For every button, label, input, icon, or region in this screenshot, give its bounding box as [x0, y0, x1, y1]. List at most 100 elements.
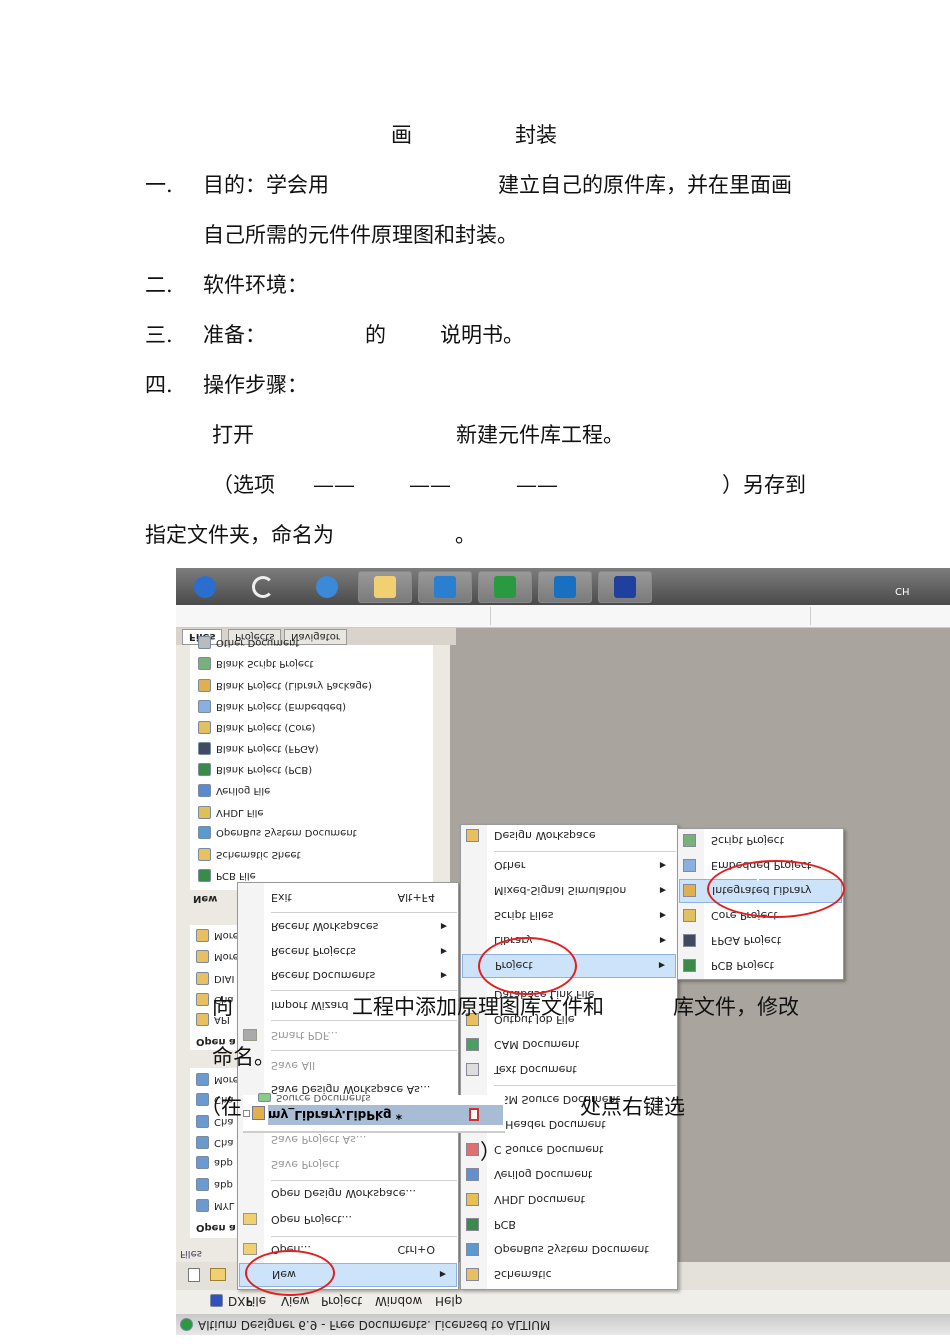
menu-item-vhdl-document[interactable]: VHDL Document [462, 1188, 676, 1212]
files-item[interactable]: abp [196, 1152, 233, 1174]
menu-item-recent-documents[interactable]: Recent Documents ▶ [239, 964, 457, 988]
document-type-icon [466, 1038, 479, 1051]
file-type-icon [198, 784, 211, 798]
files-item[interactable]: DIAI [196, 968, 234, 990]
taskbar-button[interactable] [478, 571, 532, 603]
menu-item-text-document[interactable]: Text Document [462, 1058, 676, 1082]
menu-item-openbus-system-document[interactable]: OpenBus System Document [462, 1238, 676, 1262]
files-item-label: More [214, 1074, 239, 1086]
file-icon [196, 929, 209, 943]
files-new-item[interactable]: Blank Project (Core) [198, 717, 315, 739]
files-item[interactable]: Cha [196, 1132, 233, 1154]
open-folder-icon[interactable] [210, 1268, 226, 1281]
start-icon [194, 576, 216, 598]
files-item[interactable]: More [196, 925, 239, 947]
menu-item-cam-document[interactable]: CAM Document [462, 1033, 676, 1057]
section-3-text-b: 的 [365, 323, 386, 347]
menu-item-open-design-workspace[interactable]: Open Design Workspace... [239, 1182, 457, 1206]
overlay-text: 向 [212, 995, 233, 1019]
files-item[interactable]: abp [196, 1174, 233, 1196]
library-package-icon [252, 1106, 265, 1120]
file-type-icon [198, 742, 211, 756]
section-3-text-c: 说明书。 [440, 323, 524, 347]
menu-item-label: Open Design Workspace... [271, 1187, 416, 1201]
file-type-icon [198, 806, 211, 820]
file-icon [196, 993, 209, 1007]
section-1-number: 一. [145, 173, 173, 197]
menu-item-design-workspace[interactable]: Design Workspace [462, 824, 676, 848]
menu-item-script-files[interactable]: Script Files ▶ [462, 904, 676, 928]
menu-item-schematic[interactable]: Schematic [462, 1263, 676, 1287]
taskbar-button[interactable] [358, 571, 412, 603]
menu-item-mixed-signal-simulation[interactable]: Mixed-Signal Simulation ▶ [462, 879, 676, 903]
taskbar-button[interactable] [598, 571, 652, 603]
taskbar-button[interactable] [418, 571, 472, 603]
taskbar-button[interactable] [300, 571, 354, 603]
file-icon [196, 1199, 209, 1213]
menu-item-label: Import Wizard [271, 999, 349, 1013]
files-new-item-label: Blank Script Project [216, 658, 314, 670]
files-new-item-label: Blank Project (Core) [216, 722, 316, 734]
file-icon [196, 1136, 209, 1150]
menu-item-fpga-project[interactable]: FPGA Project [679, 929, 842, 953]
dxp-icon [210, 1294, 223, 1308]
files-new-item[interactable]: Blank Project (PCB) [198, 759, 312, 781]
files-group-header: Open a [196, 1217, 236, 1239]
taskbar-button[interactable] [178, 571, 232, 603]
files-item-label: Cha [214, 1137, 234, 1149]
section-2-text: 软件环境： [203, 273, 308, 297]
tree-item-my-library[interactable]: my_Library.LibPkg * [268, 1105, 503, 1125]
menu-item-pcb-project[interactable]: PCB Project [679, 954, 842, 978]
file-type-icon [198, 848, 211, 862]
menu-shortcut: Ctrl+O [397, 1243, 435, 1257]
files-new-item[interactable]: Verilog File [198, 780, 270, 802]
menu-item-recent-projects[interactable]: Recent Projects ▶ [239, 940, 457, 964]
menu-item-pcb[interactable]: PCB [462, 1213, 676, 1237]
file-type-icon [198, 763, 211, 777]
files-item[interactable]: More [196, 1069, 239, 1091]
files-new-item[interactable]: Blank Project (Embedded) [198, 696, 346, 718]
files-item-label: DIAI [214, 973, 235, 985]
files-item[interactable]: MYL [196, 1195, 234, 1217]
tree-folder-source-documents[interactable]: Source Documents [258, 1092, 371, 1104]
tree-collapse-icon[interactable] [243, 1110, 250, 1117]
menu-file[interactable]: File [243, 1290, 269, 1312]
files-new-item-label: Blank Project (Library Package) [216, 680, 372, 692]
menu-item-recent-workspaces[interactable]: Recent Workspaces ▶ [239, 915, 457, 939]
menu-item-script-project[interactable]: Script Project [679, 829, 842, 853]
files-new-item[interactable]: OpenBus System Document [198, 822, 357, 844]
files-new-item[interactable]: Blank Project (FPGA) [198, 738, 319, 760]
menu-item-open-project[interactable]: Open Project... [239, 1208, 457, 1232]
menu-item-exit[interactable]: Exit Alt+F4 [239, 886, 457, 910]
files-new-item[interactable]: Blank Project (Library Package) [198, 675, 372, 697]
menu-project[interactable]: Project [318, 1290, 365, 1312]
menu-item-label: Script Project [711, 834, 785, 848]
files-item[interactable]: More [196, 946, 239, 968]
menu-item-verilog-document[interactable]: Verilog Document [462, 1163, 676, 1187]
files-new-item[interactable]: Other Document [198, 632, 299, 654]
title-draw: 画 [391, 123, 412, 147]
menu-item-label: PCB Project [711, 959, 774, 973]
files-new-item[interactable]: VHDL File [198, 802, 264, 824]
menu-item-label: Recent Workspaces [271, 920, 379, 934]
files-new-item[interactable]: Blank Script Project [198, 653, 313, 675]
taskbar-button[interactable] [236, 571, 290, 603]
new-document-icon[interactable] [188, 1268, 200, 1282]
menu-item-label: Exit [271, 891, 292, 905]
menu-window[interactable]: Window [372, 1290, 425, 1312]
menu-item-other[interactable]: Other ▶ [462, 854, 676, 878]
menu-item-label: Text Document [494, 1063, 577, 1077]
files-new-item-label: Blank Project (FPGA) [216, 743, 319, 755]
taskbar-button[interactable] [538, 571, 592, 603]
step-2-dash: —— [313, 473, 355, 497]
submenu-arrow-icon: ▶ [659, 911, 666, 921]
files-new-header: New [193, 893, 218, 905]
files-new-item[interactable]: Schematic Sheet [198, 844, 301, 866]
menu-help[interactable]: Help [432, 1290, 465, 1312]
media-icon [434, 576, 456, 598]
altium-logo-icon [180, 1318, 193, 1332]
document-type-icon [466, 1243, 479, 1256]
file-icon [196, 972, 209, 986]
file-menu-icon [243, 1243, 257, 1255]
submenu-arrow-icon: ▶ [440, 971, 447, 981]
